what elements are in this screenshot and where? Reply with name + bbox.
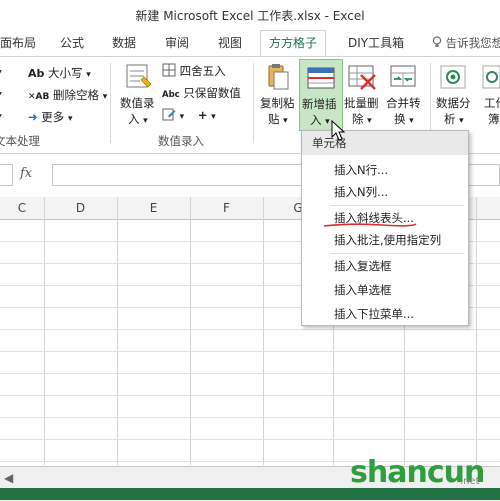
chevron-down-icon: ▾ [179, 112, 185, 122]
merge-convert-label-1: 合并转 [386, 96, 421, 110]
menu-section-header: 单元格 [302, 131, 468, 155]
chevron-down-icon: ▾ [67, 114, 73, 124]
dropdown-arrow-icon[interactable]: ▾ [0, 87, 2, 101]
batch-delete-label-1: 批量删 [344, 96, 379, 110]
menu-separator [330, 205, 464, 206]
entry-group-label: 数值录入 [158, 134, 204, 148]
ribbon-tabs: 页面布局 公式 数据 审阅 视图 方方格子 DIY工具箱 告诉我您想 [0, 30, 500, 57]
menu-item-insert-n-columns[interactable]: 插入N列... [302, 181, 468, 203]
fx-icon[interactable]: fx [20, 166, 32, 181]
dropdown-arrow-icon[interactable]: ▾ [0, 65, 2, 79]
row-divider [0, 439, 500, 440]
tab-review[interactable]: 审阅 [165, 32, 189, 54]
tab-data[interactable]: 数据 [112, 32, 136, 54]
data-entry-label-2: 入 ▾ [128, 112, 148, 126]
merge-convert-label-2: 换 ▾ [394, 112, 414, 126]
scroll-left-icon[interactable]: ◀ [4, 471, 13, 485]
data-entry-label-1: 数值录 [120, 96, 155, 110]
tab-fangfanggezi[interactable]: 方方格子 [260, 30, 327, 57]
watermark-sub: .net [460, 476, 480, 487]
data-analysis-label-1: 数据分 [436, 96, 471, 110]
round-button[interactable]: 四舍五入 [162, 63, 226, 79]
edit-insert-button[interactable]: ▾ + ▾ [162, 107, 216, 122]
remove-space-button[interactable]: ✕AB 删除空格 ▾ [28, 87, 107, 103]
copy-paste-label-2: 贴 ▾ [268, 112, 288, 126]
chevron-down-icon: ▾ [86, 70, 91, 80]
group-separator [253, 63, 254, 143]
case-button[interactable]: Ab 大小写 ▾ [28, 65, 91, 81]
tab-page-layout[interactable]: 页面布局 [0, 32, 36, 54]
column-header-d[interactable]: D [44, 197, 117, 219]
chevron-down-icon: ▾ [102, 92, 108, 102]
plus-icon: + [197, 108, 208, 122]
menu-item-insert-dropdown[interactable]: 插入下拉菜单... [302, 303, 468, 325]
copy-paste-label-1: 复制粘 [260, 96, 295, 110]
column-divider [44, 197, 45, 465]
title-bar: 新建 Microsoft Excel 工作表.xlsx - Excel [0, 0, 500, 30]
group-separator [110, 63, 111, 143]
menu-item-insert-comment[interactable]: 插入批注,使用指定列 [302, 229, 468, 251]
menu-item-insert-checkbox[interactable]: 插入复选框 [302, 255, 468, 277]
new-insert-label-1: 新增插 [302, 97, 337, 111]
batch-delete-label-2: 除 ▾ [352, 112, 372, 126]
menu-separator [330, 253, 464, 254]
window-title: 新建 Microsoft Excel 工作表.xlsx - Excel [135, 9, 365, 23]
abc-icon: Abc [162, 90, 180, 100]
lightbulb-icon [432, 36, 446, 50]
workbook-label-2: 簿 [488, 112, 500, 126]
merge-convert-icon [388, 63, 418, 91]
row-divider [0, 329, 500, 330]
batch-delete-icon [347, 63, 377, 91]
keep-value-button[interactable]: Abc 只保留数值 [162, 85, 241, 101]
data-entry-icon [124, 63, 154, 91]
column-header-c[interactable]: C [0, 197, 44, 219]
data-analysis-label-2: 析 ▾ [444, 112, 464, 126]
insert-table-icon [306, 64, 336, 92]
copy-paste-icon [262, 63, 292, 91]
dropdown-arrow-icon[interactable]: ▾ [0, 109, 2, 123]
tell-me-text: 告诉我您想 [445, 36, 500, 50]
workbook-label-1: 工作 [484, 96, 500, 110]
menu-item-insert-radio[interactable]: 插入单选框 [302, 279, 468, 301]
column-divider [263, 197, 264, 465]
data-analysis-icon [438, 63, 468, 91]
column-divider [476, 197, 477, 465]
column-header-f[interactable]: F [190, 197, 263, 219]
edit-icon [162, 108, 180, 122]
grid-icon [162, 63, 180, 78]
new-insert-label-2: 入 ▾ [310, 113, 330, 127]
chevron-down-icon: ▾ [211, 112, 216, 122]
column-header-e[interactable]: E [117, 197, 190, 219]
mouse-cursor-icon [331, 120, 346, 141]
column-divider [190, 197, 191, 465]
text-group-label: 文本处理 [0, 134, 40, 148]
more-button[interactable]: ➜ 更多 ▾ [28, 109, 72, 125]
menu-item-insert-n-rows[interactable]: 插入N行... [302, 159, 468, 181]
arrow-right-icon: ➜ [28, 110, 38, 124]
name-box[interactable] [0, 164, 13, 186]
tell-me-box[interactable]: 告诉我您想 [432, 35, 500, 51]
workbook-icon [480, 63, 500, 91]
tab-view[interactable]: 视图 [218, 32, 242, 54]
tab-formulas[interactable]: 公式 [60, 32, 84, 54]
row-divider [0, 395, 500, 396]
tab-diy-toolbox[interactable]: DIY工具箱 [348, 32, 404, 54]
row-divider [0, 351, 500, 352]
row-divider [0, 417, 500, 418]
column-divider [117, 197, 118, 465]
ab-remove-icon: ✕AB [28, 92, 50, 102]
ab-icon: Ab [28, 67, 45, 80]
red-underline-annotation [323, 223, 417, 227]
row-divider [0, 373, 500, 374]
